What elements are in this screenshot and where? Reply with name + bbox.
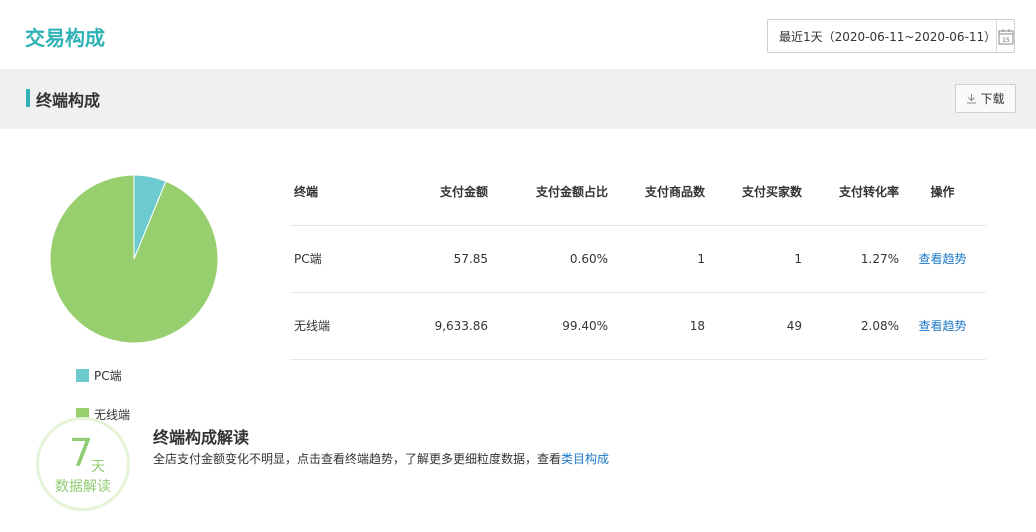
badge-unit: 天 bbox=[91, 459, 105, 475]
date-range-text[interactable]: 最近1天（2020-06-11~2020-06-11） bbox=[768, 28, 996, 45]
badge-number: 7 bbox=[69, 431, 94, 475]
interpretation-text-block: 全店支付金额变化不明显，点击查看终端趋势，了解更多更细粒度数据，查看类目构成 bbox=[153, 450, 609, 467]
terminal-table: 终端 支付金额 支付金额占比 支付商品数 支付买家数 支付转化率 操作 PC端 … bbox=[290, 158, 986, 360]
cell-buyers: 49 bbox=[705, 292, 802, 360]
data-interpretation-badge: 7 天 数据解读 bbox=[36, 417, 130, 511]
cell-terminal: 无线端 bbox=[290, 292, 390, 360]
interpretation-title: 终端构成解读 bbox=[153, 428, 250, 447]
cell-buyers: 1 bbox=[705, 225, 802, 293]
column-header: 支付转化率 bbox=[802, 158, 899, 226]
section-accent-bar bbox=[26, 89, 30, 107]
cell-amount: 57.85 bbox=[390, 225, 488, 293]
interpretation-text: 全店支付金额变化不明显，点击查看终端趋势，了解更多更细粒度数据，查看 bbox=[153, 452, 562, 466]
legend-label-pc: PC端 bbox=[94, 369, 122, 383]
pie-slice-wireless[interactable] bbox=[49, 174, 219, 344]
cell-share: 99.40% bbox=[488, 292, 608, 360]
calendar-icon: 15 bbox=[998, 28, 1014, 44]
column-header: 支付金额占比 bbox=[488, 158, 608, 226]
calendar-day-text: 15 bbox=[1002, 37, 1010, 44]
cell-rate: 1.27% bbox=[802, 225, 899, 293]
column-header: 终端 bbox=[290, 158, 390, 226]
table-row: PC端 57.85 0.60% 1 1 1.27% 查看趋势 bbox=[290, 225, 986, 293]
page-title: 交易构成 bbox=[25, 26, 105, 50]
column-header: 操作 bbox=[899, 158, 986, 226]
legend-swatch-pc bbox=[76, 369, 89, 382]
cell-share: 0.60% bbox=[488, 225, 608, 293]
table-row: 无线端 9,633.86 99.40% 18 49 2.08% 查看趋势 bbox=[290, 292, 986, 360]
section-title: 终端构成 bbox=[36, 91, 101, 110]
category-composition-link[interactable]: 类目构成 bbox=[561, 452, 609, 466]
column-header: 支付买家数 bbox=[705, 158, 802, 226]
table-header-row: 终端 支付金额 支付金额占比 支付商品数 支付买家数 支付转化率 操作 bbox=[290, 158, 986, 226]
section-header: 终端构成 下载 bbox=[0, 69, 1036, 129]
date-range-picker[interactable]: 最近1天（2020-06-11~2020-06-11） 15 bbox=[767, 19, 1015, 53]
download-label[interactable]: 下载 bbox=[980, 90, 1004, 107]
column-header: 支付商品数 bbox=[608, 158, 705, 226]
badge-label: 数据解读 bbox=[55, 479, 111, 495]
cell-amount: 9,633.86 bbox=[390, 292, 488, 360]
cell-items: 1 bbox=[608, 225, 705, 293]
cell-terminal: PC端 bbox=[290, 225, 390, 293]
download-icon bbox=[967, 94, 977, 104]
cell-items: 18 bbox=[608, 292, 705, 360]
terminal-pie-chart bbox=[49, 174, 219, 344]
calendar-button[interactable]: 15 bbox=[996, 20, 1014, 52]
legend-item-pc[interactable]: PC端 bbox=[76, 367, 122, 384]
cell-rate: 2.08% bbox=[802, 292, 899, 360]
view-trend-link[interactable]: 查看趋势 bbox=[918, 252, 966, 266]
download-button[interactable]: 下载 bbox=[955, 84, 1016, 113]
column-header: 支付金额 bbox=[390, 158, 488, 226]
view-trend-link[interactable]: 查看趋势 bbox=[918, 319, 966, 333]
